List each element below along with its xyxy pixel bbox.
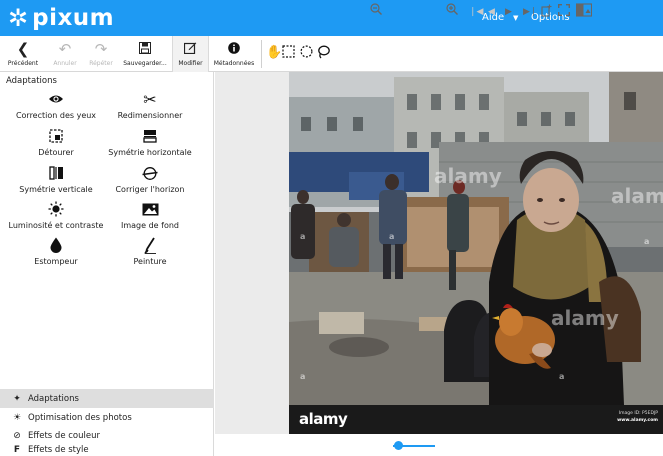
logo-text: pixum <box>32 5 115 31</box>
save-button[interactable]: Sauvegarder... <box>121 36 169 72</box>
left-panel: Adaptations Correction des yeux ✂ Redime… <box>0 72 214 456</box>
redo-icon: ↷ <box>94 39 108 58</box>
tool-flip-horizontal[interactable]: Symétrie horizontale <box>100 127 200 158</box>
save-label: Sauvegarder... <box>123 59 167 67</box>
back-button[interactable]: ❮ Précédent <box>2 36 44 72</box>
back-label: Précédent <box>7 59 39 67</box>
fit-page-icon[interactable] <box>541 4 552 20</box>
tool-background-image[interactable]: Image de fond <box>100 200 200 231</box>
zoom-slider-handle[interactable] <box>394 441 403 450</box>
save-icon <box>139 41 151 59</box>
chevron-left-icon: ❮ <box>16 39 30 58</box>
source-url-text: www.alamy.com <box>617 418 658 423</box>
editor-window: ✲ pixum Aide ▼ Options ❮ Précédent ↶ Ann… <box>0 0 663 456</box>
brightness-icon <box>48 200 64 218</box>
last-image-icon[interactable]: ▶❘ <box>523 5 537 19</box>
tool-resize[interactable]: ✂ Redimensionner <box>100 90 200 121</box>
redo-label: Répéter <box>89 59 113 67</box>
tool-label: Détourer <box>38 148 74 157</box>
tool-label: Correction des yeux <box>15 111 97 120</box>
tool-label: Luminosité et contraste <box>8 221 104 230</box>
tool-paint[interactable]: Peinture <box>100 236 200 267</box>
style-effects-icon: F <box>13 444 21 455</box>
toolbar-divider <box>261 40 262 68</box>
sun-icon: ☀ <box>12 412 22 423</box>
watermark-mark: a <box>644 237 650 246</box>
tool-flip-vertical[interactable]: Symétrie verticale <box>6 164 106 195</box>
ellipse-select-icon[interactable] <box>300 45 313 62</box>
tool-brightness-contrast[interactable]: Luminosité et contraste <box>6 200 106 231</box>
alamy-logo: alamy <box>299 410 348 428</box>
bottom-toolbar <box>215 434 663 456</box>
category-label: Optimisation des photos <box>28 412 132 423</box>
edit-button[interactable]: Modifier <box>172 36 209 72</box>
category-adaptations[interactable]: ✦ Adaptations <box>0 389 214 408</box>
eye-icon <box>48 90 64 108</box>
scissors-icon: ✂ <box>143 89 157 109</box>
category-label: Effets de couleur <box>28 430 100 441</box>
undo-button[interactable]: ↶ Annuler <box>48 36 82 72</box>
adaptations-icon: ✦ <box>13 393 21 404</box>
flip-vertical-icon <box>49 164 63 182</box>
tool-label: Image de fond <box>121 221 179 230</box>
compare-view-icon[interactable] <box>575 3 593 20</box>
logo-star-icon: ✲ <box>8 4 29 32</box>
lasso-icon[interactable] <box>317 45 330 63</box>
edit-label: Modifier <box>178 59 203 67</box>
caret-down-icon[interactable]: ▼ <box>513 14 518 22</box>
watermark-mark: a <box>389 232 395 241</box>
hand-tool-icon[interactable]: ✋ <box>266 46 282 60</box>
tool-crop[interactable]: Détourer <box>6 127 106 158</box>
fullscreen-icon[interactable] <box>557 3 571 20</box>
edit-icon <box>183 41 197 59</box>
crop-icon <box>49 127 63 145</box>
watermark-text: alamy <box>551 306 619 330</box>
category-style-effects[interactable]: F Effets de style <box>0 443 214 456</box>
photo-preview[interactable]: alamy alamy alamy a a a a a alamy Image … <box>289 72 663 434</box>
rect-select-icon[interactable] <box>282 45 295 62</box>
next-image-icon[interactable]: ▶ <box>505 5 512 19</box>
drop-icon <box>50 236 62 254</box>
brush-icon <box>143 236 157 254</box>
tool-label: Redimensionner <box>117 111 183 120</box>
redo-button[interactable]: ↷ Répéter <box>84 36 118 72</box>
flip-horizontal-icon <box>143 127 157 145</box>
zoom-out-icon[interactable] <box>370 3 382 18</box>
first-image-icon[interactable]: ❘◀ <box>469 5 483 19</box>
watermark-mark: a <box>559 372 565 381</box>
category-photo-optimization[interactable]: ☀ Optimisation des photos <box>0 408 214 427</box>
tool-blur[interactable]: Estompeur <box>6 236 106 267</box>
tool-label: Peinture <box>133 257 167 266</box>
undo-label: Annuler <box>53 59 77 67</box>
color-effects-icon: ⊘ <box>13 430 21 441</box>
info-icon <box>228 41 240 59</box>
tool-label: Corriger l'horizon <box>115 185 185 194</box>
watermark-text: alamy <box>611 184 663 208</box>
undo-icon: ↶ <box>58 39 72 58</box>
tool-eye-correction[interactable]: Correction des yeux <box>6 90 106 121</box>
tool-label: Symétrie verticale <box>19 185 93 194</box>
tool-label: Estompeur <box>34 257 78 266</box>
horizon-icon <box>142 164 158 182</box>
watermark-text: alamy <box>434 164 502 188</box>
image-background-icon <box>142 200 159 218</box>
category-label: Effets de style <box>28 444 89 455</box>
toolbar: ❮ Précédent ↶ Annuler ↷ Répéter Sauvegar… <box>0 36 663 72</box>
photo-image <box>289 72 663 405</box>
metadata-button[interactable]: Métadonnées <box>212 36 256 72</box>
metadata-label: Métadonnées <box>213 59 255 67</box>
image-id-text: Image ID: P5EDJP <box>618 411 658 416</box>
previous-image-icon[interactable]: ◀ <box>488 5 495 19</box>
tool-straighten[interactable]: Corriger l'horizon <box>100 164 200 195</box>
zoom-in-icon[interactable] <box>446 3 458 18</box>
pixum-logo: ✲ pixum <box>8 3 114 33</box>
panel-section-title: Adaptations <box>6 76 57 86</box>
watermark-mark: a <box>300 232 306 241</box>
tool-label: Symétrie horizontale <box>108 148 192 157</box>
category-label: Adaptations <box>28 393 79 404</box>
watermark-mark: a <box>300 372 306 381</box>
